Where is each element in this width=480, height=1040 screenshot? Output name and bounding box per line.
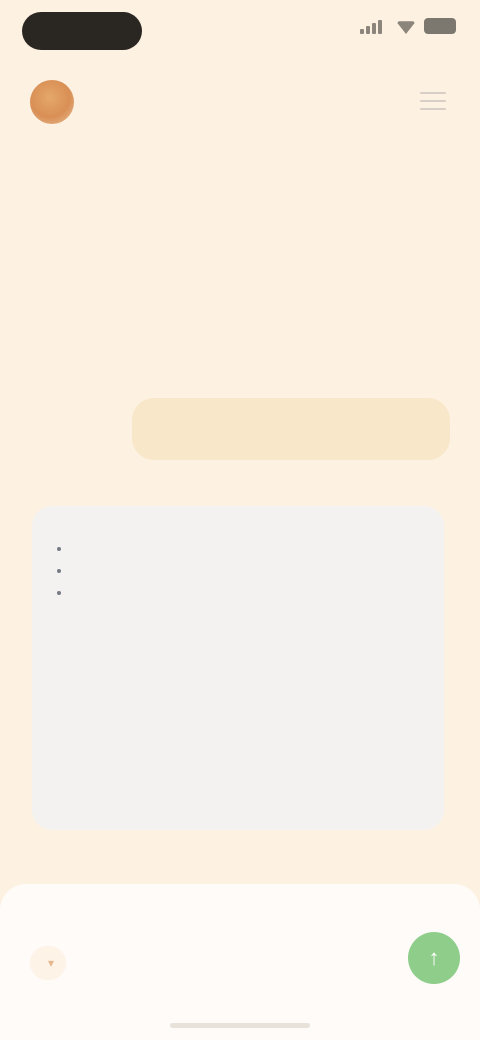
status-icons [360, 18, 456, 34]
menu-icon[interactable] [418, 88, 448, 114]
assistant-message-card[interactable] [32, 506, 444, 830]
signal-icon [360, 18, 388, 34]
list-item [72, 560, 424, 580]
home-indicator [170, 1023, 310, 1028]
battery-icon [424, 18, 456, 34]
avatar[interactable] [30, 80, 74, 124]
wifi-icon [396, 21, 416, 34]
list-item [72, 582, 424, 602]
chat-screen: ▾ ↑ [0, 0, 480, 1040]
chat-header [0, 72, 480, 128]
list-item [72, 538, 424, 558]
chevron-down-icon: ▾ [48, 956, 55, 970]
chat-thread[interactable] [0, 140, 480, 860]
status-bar [0, 0, 480, 64]
status-time-pill [22, 12, 142, 50]
model-selector[interactable]: ▾ [30, 946, 67, 980]
assistant-list [52, 538, 424, 602]
message-composer: ▾ ↑ [0, 884, 480, 1040]
send-arrow-icon: ↑ [428, 945, 440, 970]
send-button[interactable]: ↑ [408, 932, 460, 984]
user-message-bubble[interactable] [132, 398, 450, 460]
